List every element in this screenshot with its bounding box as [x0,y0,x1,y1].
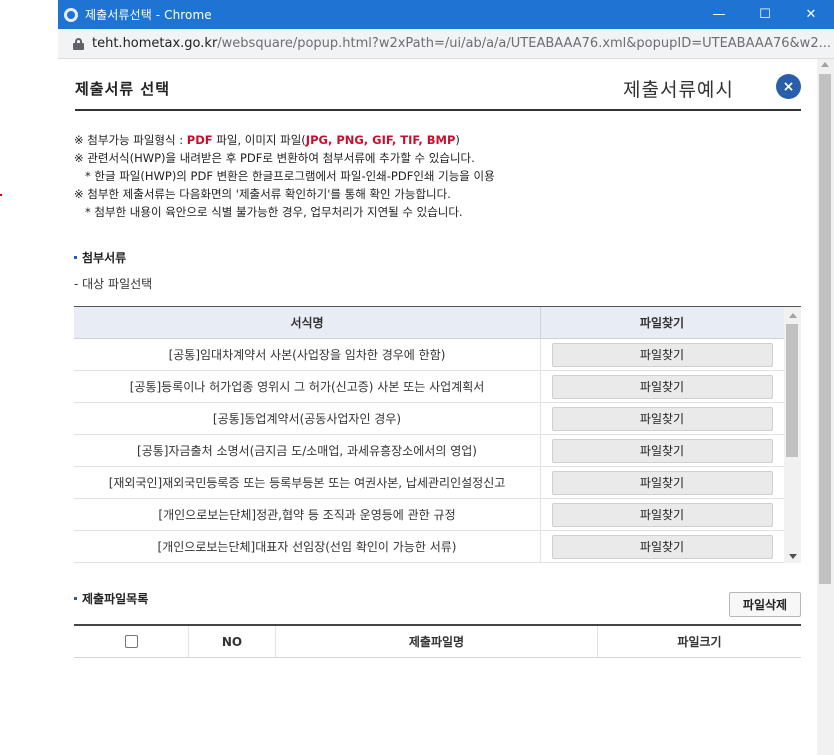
note-line-formats: ※ 첨부가능 파일형식 : PDF 파일, 이미지 파일(JPG, PNG, G… [74,133,460,147]
form-name: [공통]동업계약서(공동사업자인 경우) [74,403,541,434]
form-name: [공통]임대차계약서 사본(사업장을 임차한 경우에 한함) [74,339,541,370]
column-form-name: 서식명 [74,307,541,338]
find-file-button[interactable]: 파일찾기 [551,502,773,527]
page-scrollbar[interactable] [817,59,834,755]
page-marker [0,194,2,196]
submit-section-label: 제출파일목록 [74,590,148,607]
note-line-delay: * 첨부한 내용이 육안으로 식별 불가능한 경우, 업무처리가 지연될 수 있… [85,205,463,219]
column-file-name: 제출파일명 [276,626,598,657]
close-window-icon[interactable]: ✕ [788,0,834,29]
submitted-files-header: NO 제출파일명 파일크기 [74,626,801,658]
example-documents-link[interactable]: 제출서류예시 [623,75,734,102]
table-row: [공통]자금출처 소명서(금지금 도/소매업, 과세유흥장소에서의 영업) 파일… [74,435,801,467]
target-file-select-note: - 대상 파일선택 [74,277,153,291]
lock-icon [73,37,84,50]
table-row: [개인으로보는단체]대표자 선임장(선임 확인이 가능한 서류) 파일찾기 [74,531,801,563]
url-path: /websquare/popup.html?w2xPath=/ui/ab/a/a… [217,36,831,51]
chrome-icon [64,7,78,22]
popup-window: 제출서류선택 - Chrome — ☐ ✕ teht.hometax.go.kr… [58,0,834,755]
find-file-button[interactable]: 파일찾기 [551,470,773,495]
attach-section-label: 첨부서류 [74,249,126,266]
note-line-hwp-conversion: * 한글 파일(HWP)의 PDF 변환은 한글프로그램에서 파일-인쇄-PDF… [85,169,495,183]
form-name: [개인으로보는단체]정관,협약 등 조직과 운영등에 관한 규정 [74,499,541,530]
close-icon[interactable]: × [776,74,801,99]
column-no: NO [189,626,276,657]
attachment-table: 서식명 파일찾기 [공통]임대차계약서 사본(사업장을 임차한 경우에 한함) … [74,306,801,563]
guidance-notes: ※ 첨부가능 파일형식 : PDF 파일, 이미지 파일(JPG, PNG, G… [74,131,495,221]
find-file-button[interactable]: 파일찾기 [551,438,773,463]
page-scroll-thumb[interactable] [819,74,831,584]
table-row: [공통]동업계약서(공동사업자인 경우) 파일찾기 [74,403,801,435]
select-all-checkbox[interactable] [124,635,138,648]
column-find-file: 파일찾기 [639,316,685,330]
page-scroll-up-icon[interactable] [821,62,829,67]
title-divider [75,109,801,111]
popup-content: 제출서류 선택 제출서류예시 × ※ 첨부가능 파일형식 : PDF 파일, 이… [58,59,834,755]
table-row: [공통]등록이나 허가업종 영위시 그 허가(신고증) 사본 또는 사업계획서 … [74,371,801,403]
form-name: [개인으로보는단체]대표자 선임장(선임 확인이 가능한 서류) [74,531,541,562]
column-file-size: 파일크기 [677,635,722,649]
maximize-icon[interactable]: ☐ [742,0,788,29]
note-line-hwp: ※ 관련서식(HWP)을 내려받은 후 PDF로 변환하여 첨부서류에 추가할 … [74,151,475,165]
submitted-files-table: NO 제출파일명 파일크기 [74,624,801,658]
note-line-confirm: ※ 첨부한 제출서류는 다음화면의 '제출서류 확인하기'를 통해 확인 가능합… [74,187,451,201]
scroll-thumb[interactable] [786,324,798,457]
find-file-button[interactable]: 파일찾기 [551,534,773,559]
attachment-table-scrollbar[interactable] [784,307,801,563]
table-row: [개인으로보는단체]정관,협약 등 조직과 운영등에 관한 규정 파일찾기 [74,499,801,531]
window-title: 제출서류선택 - Chrome [85,8,212,22]
table-row: [공통]임대차계약서 사본(사업장을 임차한 경우에 한함) 파일찾기 [74,339,801,371]
title-bar[interactable]: 제출서류선택 - Chrome — ☐ ✕ [58,0,834,29]
find-file-button[interactable]: 파일찾기 [551,374,773,399]
form-name: [재외국인]재외국민등록증 또는 등록부등본 또는 여권사본, 납세관리인설정신… [74,467,541,498]
minimize-icon[interactable]: — [696,0,742,29]
table-row: [재외국인]재외국민등록증 또는 등록부등본 또는 여권사본, 납세관리인설정신… [74,467,801,499]
form-name: [공통]자금출처 소명서(금지금 도/소매업, 과세유흥장소에서의 영업) [74,435,541,466]
attachment-table-header: 서식명 파일찾기 [74,307,801,339]
address-bar[interactable]: teht.hometax.go.kr /websquare/popup.html… [58,29,834,59]
page-title: 제출서류 선택 [75,80,171,98]
scroll-up-icon[interactable] [789,313,797,318]
find-file-button[interactable]: 파일찾기 [551,342,773,367]
delete-file-button[interactable]: 파일삭제 [729,592,801,617]
scroll-down-icon[interactable] [789,554,797,559]
find-file-button[interactable]: 파일찾기 [551,406,773,431]
form-name: [공통]등록이나 허가업종 영위시 그 허가(신고증) 사본 또는 사업계획서 [74,371,541,402]
url-host: teht.hometax.go.kr [92,36,218,51]
